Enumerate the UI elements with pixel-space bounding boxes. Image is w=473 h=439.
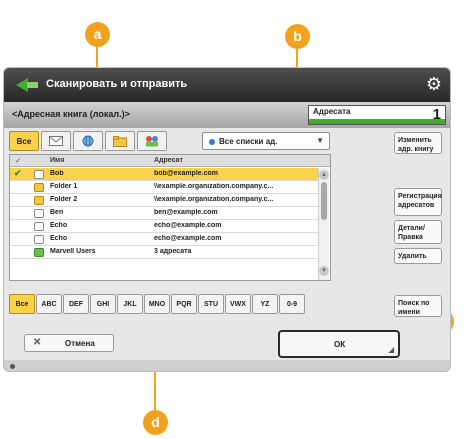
alpha-abc[interactable]: ABC: [36, 294, 62, 314]
table-scrollbar[interactable]: ▲ ▼: [318, 168, 329, 280]
callout-d-badge: d: [143, 410, 168, 435]
status-strip: [4, 360, 450, 371]
folder-icon: [113, 135, 127, 147]
tab-all[interactable]: Все: [9, 131, 39, 151]
row-address: \\example.organization.company.c...: [154, 196, 274, 203]
address-book-title: <Адресная книга (локал.)>: [12, 109, 130, 119]
row-address: \\example.organization.company.c...: [154, 183, 274, 190]
alpha-mno[interactable]: MNO: [144, 294, 170, 314]
alpha-yz[interactable]: YZ: [252, 294, 278, 314]
row-name: Folder 2: [50, 196, 78, 203]
row-name: Ben: [50, 209, 64, 216]
table-row[interactable]: Folder 1 \\example.organization.company.…: [10, 181, 318, 194]
cancel-label: Отмена: [65, 339, 95, 348]
header-name[interactable]: Имя: [50, 157, 64, 164]
alpha-pqr[interactable]: PQR: [171, 294, 197, 314]
alphabet-filter: Все ABC DEF GHI JKL MNO PQR STU VWX YZ 0…: [9, 294, 339, 314]
details-edit-button[interactable]: Детали/ Правка: [394, 220, 442, 244]
row-address: echo@example.com: [154, 222, 222, 229]
device-screen: Сканировать и отправить ⚙ <Адресная книг…: [3, 67, 451, 372]
address-list-dropdown[interactable]: Все списки ад. ▼: [202, 132, 330, 150]
folder-icon: [34, 196, 44, 205]
alpha-jkl[interactable]: JKL: [117, 294, 143, 314]
ok-label: ОК: [334, 340, 346, 349]
search-by-name-button[interactable]: Поиск по имени: [394, 295, 442, 317]
destinations-label: Адресата: [313, 107, 351, 116]
register-destinations-button[interactable]: Регистрация адресатов: [394, 188, 442, 216]
destinations-counter[interactable]: Адресата 1: [308, 105, 446, 125]
email-icon: [34, 222, 44, 231]
sort-check-icon[interactable]: ✓: [15, 157, 21, 165]
header-address[interactable]: Адресат: [154, 157, 183, 164]
corner-icon: ◢: [388, 347, 394, 354]
close-icon: ✕: [33, 337, 42, 348]
row-name: Folder 1: [50, 183, 78, 190]
callout-a-badge: a: [85, 22, 110, 47]
ok-button[interactable]: ОК ◢: [278, 330, 400, 358]
destinations-bar: [309, 119, 445, 124]
alpha-ghi[interactable]: GHI: [90, 294, 116, 314]
list-bullet-icon: [209, 139, 215, 145]
callout-b-badge: b: [285, 24, 310, 49]
address-table: ✓ Имя Адресат ✔ Bob bob@example.com Fold…: [9, 154, 331, 281]
status-dot-icon: [10, 364, 15, 369]
title-bar: Сканировать и отправить ⚙: [4, 68, 450, 102]
table-row[interactable]: ✔ Bob bob@example.com: [10, 168, 318, 181]
scroll-up-icon[interactable]: ▲: [319, 170, 329, 180]
alpha-0-9[interactable]: 0-9: [279, 294, 305, 314]
row-address: echo@example.com: [154, 235, 222, 242]
alpha-all[interactable]: Все: [9, 294, 35, 314]
scan-send-icon: [16, 78, 38, 92]
row-address: 3 адресата: [154, 248, 192, 255]
sub-header: <Адресная книга (локал.)> Адресата 1: [4, 102, 450, 128]
tab-file[interactable]: [105, 131, 135, 151]
globe-icon: [82, 135, 94, 147]
table-row[interactable]: Echo echo@example.com: [10, 233, 318, 246]
group-icon: [34, 248, 44, 257]
scroll-down-icon[interactable]: ▼: [319, 266, 329, 276]
row-name: Echo: [50, 222, 68, 229]
address-list-value: Все списки ад.: [219, 137, 278, 146]
row-name: Echo: [50, 235, 68, 242]
table-row[interactable]: Echo echo@example.com: [10, 220, 318, 233]
table-row[interactable]: Marvell Users 3 адресата: [10, 246, 318, 259]
table-row[interactable]: Ben ben@example.com: [10, 207, 318, 220]
alpha-stu[interactable]: STU: [198, 294, 224, 314]
row-address: ben@example.com: [154, 209, 218, 216]
cancel-button[interactable]: ✕ Отмена: [24, 334, 114, 352]
tab-email[interactable]: [41, 131, 71, 151]
group-icon: [146, 136, 158, 147]
change-address-book-button[interactable]: Изменить адр. книгу: [394, 132, 442, 154]
tab-internet-fax[interactable]: [73, 131, 103, 151]
alpha-def[interactable]: DEF: [63, 294, 89, 314]
delete-button[interactable]: Удалить: [394, 248, 442, 264]
chevron-down-icon: ▼: [316, 136, 324, 145]
type-filter-tabs: Все: [9, 131, 179, 153]
table-header: ✓ Имя Адресат: [10, 155, 330, 167]
scroll-thumb[interactable]: [321, 182, 327, 220]
row-name: Marvell Users: [50, 248, 96, 255]
gear-icon[interactable]: ⚙: [426, 75, 442, 93]
tab-group[interactable]: [137, 131, 167, 151]
folder-icon: [34, 183, 44, 192]
email-icon: [34, 209, 44, 218]
email-icon: [34, 235, 44, 244]
check-icon: ✔: [14, 168, 22, 178]
row-name: Bob: [50, 170, 64, 177]
email-icon: [34, 170, 44, 179]
alpha-vwx[interactable]: VWX: [225, 294, 251, 314]
row-address: bob@example.com: [154, 170, 219, 177]
table-row[interactable]: Folder 2 \\example.organization.company.…: [10, 194, 318, 207]
app-title: Сканировать и отправить: [46, 78, 188, 90]
email-icon: [49, 136, 63, 146]
